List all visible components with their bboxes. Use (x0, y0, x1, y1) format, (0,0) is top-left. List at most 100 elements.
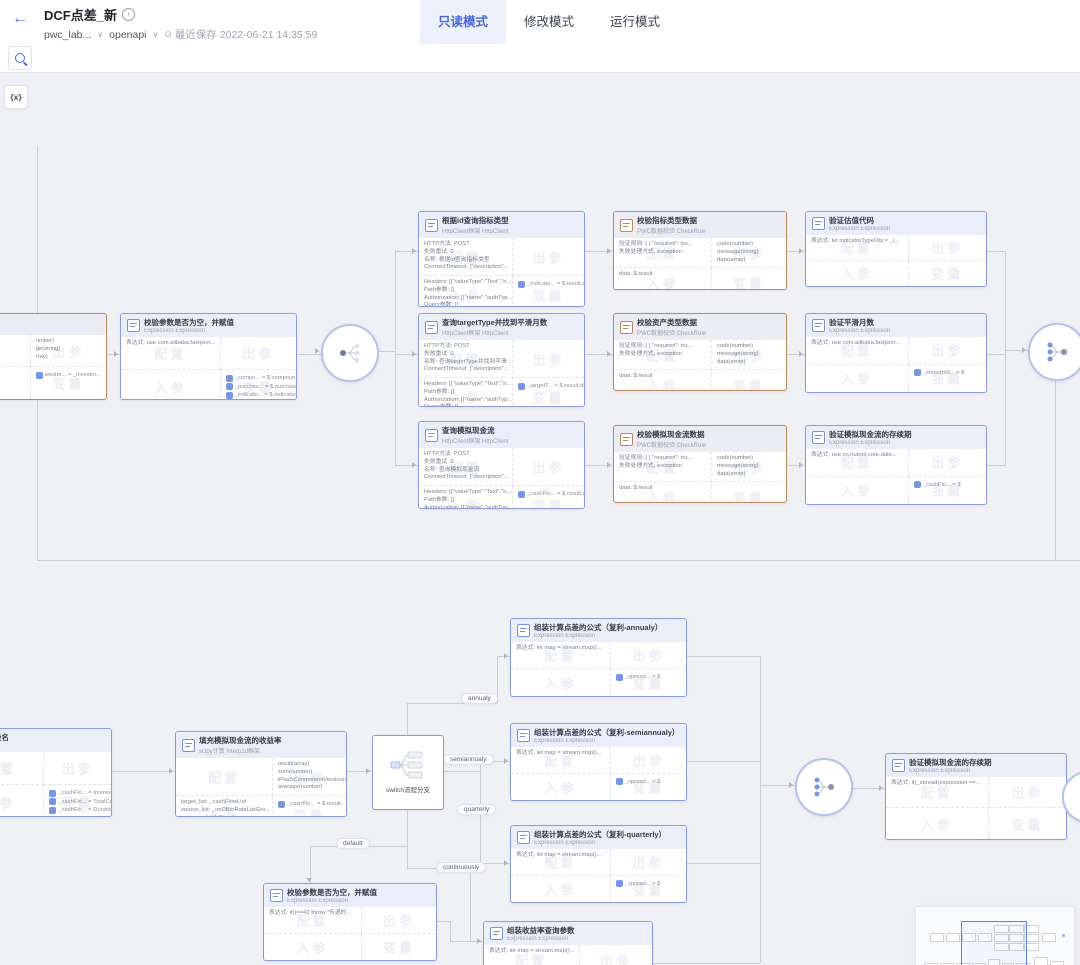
flow-node[interactable]: 校验指标类型数据PWC数据校验 CheckRule配置验证规则: [ { "re… (613, 211, 787, 290)
node-quadrant: 配置 (0, 335, 31, 367)
node-quadrant: 变量 (712, 268, 786, 290)
flow-node[interactable]: 查询targetType并找到平滑月数HttpClient框架 HttpClie… (418, 313, 585, 407)
flow-node[interactable]: 组装计算点差的公式（复利-quarterly）Expression Expres… (510, 825, 687, 903)
node-quadrant: 出参 (513, 448, 584, 486)
env-select[interactable]: openapi (109, 29, 146, 41)
node-header: 组装计算点差的公式（复利-annualy）Expression Expressi… (511, 619, 686, 642)
flow-node[interactable]: 验证估值代码Expression Expression配置表达式: let in… (805, 211, 987, 287)
quadrant-watermark: 变量 (362, 937, 436, 956)
node-config-line: 表达式: use cn.hutool.core.date... (811, 452, 903, 460)
variable-icon (518, 383, 525, 390)
node-title: 校验参数是否为空，并赋值 (144, 317, 234, 328)
tab-edit-mode[interactable]: 修改模式 (506, 0, 592, 44)
node-config-line: 失败重试: 0 (424, 351, 507, 359)
node-title: 校验参数是否为空，并赋值 (287, 887, 377, 898)
flow-node[interactable]: 验证平滑月数Expression Expression 配置表达式: use co… (805, 313, 987, 393)
back-arrow-icon[interactable]: ← (12, 11, 28, 27)
node-config-line: 名称: 查询targetType并找到平滑... (424, 359, 507, 367)
node-header: 验证估值代码Expression Expression (806, 212, 986, 235)
flow-node[interactable]: 验证模拟现金流的存续期Expression Expression配置表达式: u… (805, 425, 987, 505)
flow-node[interactable]: 校验参数是否为空，并赋值Expression Expression配置表达式: … (263, 883, 437, 961)
edge-arrow-icon (504, 758, 508, 764)
flow-node[interactable]: 组装计算点差的公式（复利-annualy）Expression Expressi… (510, 618, 687, 697)
flow-node[interactable]: 配置出参umber)ge(string)rray)入参变量westm... = … (0, 313, 107, 400)
minimap-node (1062, 934, 1065, 937)
flow-node[interactable]: 填充模拟现金流的收益率scipy计算 interp1d框架配置出参result(… (175, 731, 347, 817)
node-quadrant: 配置表达式: let map = stream.map()... (511, 642, 611, 669)
flow-node[interactable]: 验证模拟现金流的存续期Expression Expression配置表达式: i… (885, 753, 1067, 840)
flow-node[interactable]: 校验参数是否为空，并赋值Expression Expression配置表达式: … (120, 313, 297, 400)
flow-edge (295, 354, 321, 355)
edge-arrow-icon (114, 351, 118, 357)
node-quadrant: 变量_spread... = $ (611, 876, 686, 903)
node-config-line: ConnectTimeout: {"description"... (424, 264, 507, 272)
variable-text: _cashFlo... = $ (923, 482, 961, 488)
node-meta: 验证平滑月数Expression Expression (829, 317, 890, 334)
node-quadrant: 配置 (176, 758, 273, 796)
variable-icon (49, 790, 56, 797)
node-body: 配置表达式: use com.alibaba.fastjson...出参入参变量… (806, 337, 986, 392)
node-body: 配置表达式: let indicatorTypeObj = _i...出参入参变… (806, 235, 986, 286)
minimap-viewport[interactable] (961, 921, 1027, 965)
node-body: 配置表达式: if()==42 throw "传递的...出参入参变量 (264, 907, 436, 960)
node-subtitle: Expression Expression (909, 768, 992, 774)
variable-text: _spread... = $ (625, 881, 661, 887)
node-quadrant: 出参 (909, 235, 986, 261)
flow-switch-node[interactable]: switch流程分支 (372, 735, 444, 810)
workspace-select[interactable]: pwc_lab... (44, 29, 91, 41)
edge-arrow-icon (789, 782, 793, 788)
search-button[interactable] (8, 46, 32, 70)
quadrant-watermark: 出参 (611, 646, 686, 665)
node-config-line: Headers: [{"valueType":"Text","n... (424, 489, 507, 497)
variable-text: _cashFlo... = $.result (287, 801, 341, 807)
flow-node[interactable]: 组装收益率查询参数Expression Expression配置表达式: let… (483, 921, 653, 965)
flow-node[interactable]: 根据id查询指标类型HttpClient框架 HttpClient配置HTTP方… (418, 211, 585, 307)
info-icon[interactable]: i (122, 8, 135, 21)
node-quadrant: 配置验证规则: [ { "required": tru...失败处理方式: ex… (614, 452, 712, 482)
flow-node[interactable]: 查询模拟现金流HttpClient框架 HttpClient配置HTTP方法: … (418, 421, 585, 509)
flow-group-node[interactable] (321, 324, 379, 382)
flow-group-node[interactable] (795, 758, 853, 816)
flow-group-node[interactable] (1028, 323, 1080, 381)
flow-edge (450, 921, 451, 941)
variables-badge[interactable]: {x} (4, 85, 28, 109)
node-type-icon (517, 729, 530, 742)
node-config-line: HTTP方法: POST (424, 241, 507, 249)
node-header: 校验参数是否为空，并赋值Expression Expression (121, 314, 296, 337)
edge-arrow-icon (607, 462, 611, 468)
node-quadrant: 入参 (264, 934, 362, 961)
edge-label: quarterly (457, 804, 496, 815)
node-config-line: source_list: _onDBInRateListGro... (181, 807, 267, 815)
node-header: 查询targetType并找到平滑月数HttpClient框架 HttpClie… (419, 314, 584, 340)
node-subtitle: Expression Expression (144, 328, 234, 334)
node-body: 配置HTTP方法: POST失败重试: 0名称: 查询targetType并找到… (419, 340, 584, 407)
tab-readonly-mode[interactable]: 只读模式 (420, 0, 506, 44)
quadrant-watermark: 出参 (611, 750, 686, 769)
tab-run-mode[interactable]: 运行模式 (592, 0, 678, 44)
node-config-line: 名称: 查询模拟现金流 (424, 467, 507, 475)
quadrant-watermark: 出参 (362, 910, 436, 929)
edge-arrow-icon (504, 860, 508, 866)
flow-canvas[interactable]: {x} 节点数量：37 分组数量：0 ⚙ − 75% + ◎ annualyse… (0, 72, 1080, 965)
node-quadrant: 变量_smoothM... = $ (909, 365, 986, 393)
quadrant-watermark: 入参 (0, 374, 30, 393)
variable-text: _purchas... = $.purchase... (235, 384, 296, 390)
edge-arrow-icon (315, 348, 319, 354)
chevron-down-icon: ∨ (97, 30, 103, 39)
node-config-line: Headers: [{"valueType":"Text","n... (424, 381, 507, 389)
minimap[interactable] (915, 906, 1075, 965)
flow-node[interactable]: 组装计算点差的公式（复利-semiannualy）Expression Expr… (510, 723, 687, 801)
variable-chip: _cashFlo... = InterestRate (49, 790, 106, 797)
node-meta: 置字段名sion (0, 732, 9, 749)
flow-node[interactable]: 校验模拟现金流数据PWC数据校验 CheckRule配置验证规则: [ { "r… (613, 425, 787, 503)
quadrant-watermark: 入参 (264, 937, 361, 956)
variable-text: _cashFlo... = TotalCashF... (58, 799, 111, 805)
node-type-icon (812, 319, 825, 332)
page-title: DCF点差_新 (44, 5, 117, 24)
node-quadrant: 配置验证规则: [ { "required": tru...失败处理方式: ex… (614, 238, 712, 268)
flow-node[interactable]: 校验资产类型数据PWC数据校验 CheckRule配置验证规则: [ { "re… (613, 313, 787, 391)
flow-node[interactable]: 置字段名sion配置Rate =...出参入参变量_cashFlo... = I… (0, 728, 112, 817)
node-quadrant: 入参 (511, 669, 611, 696)
node-quadrant: 配置表达式: if(_spread(expression ==... (886, 777, 989, 808)
flow-edge (442, 771, 480, 772)
